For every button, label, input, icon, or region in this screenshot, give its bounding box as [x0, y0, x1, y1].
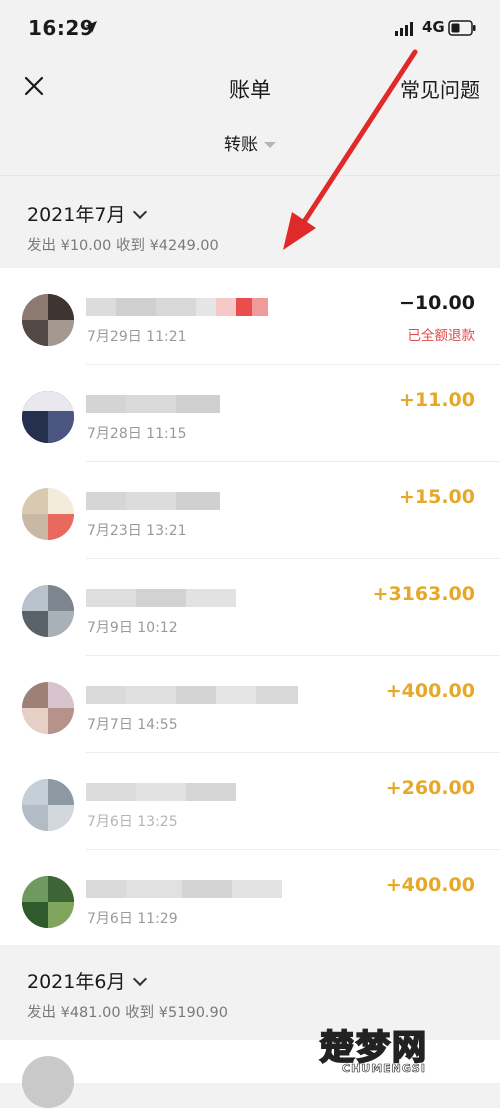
transaction-date: 7月28日 11:15 — [87, 426, 187, 442]
chevron-down-icon — [133, 204, 148, 220]
transaction-row[interactable]: 7月28日 11:15 +11.00 — [0, 365, 500, 462]
month-label: 2021年7月 — [27, 204, 126, 226]
contact-name-blurred — [86, 395, 220, 413]
month-summary: 发出 ¥481.00 收到 ¥5190.90 — [27, 1005, 228, 1021]
transaction-row[interactable]: 7月6日 11:29 +400.00 — [0, 850, 500, 947]
contact-name-blurred — [86, 880, 282, 898]
transaction-date: 7月23日 13:21 — [87, 523, 187, 539]
month-picker[interactable]: 2021年7月 — [27, 200, 148, 227]
transaction-row[interactable]: 7月6日 13:25 +260.00 — [0, 753, 500, 850]
contact-name-blurred — [86, 686, 298, 704]
transaction-amount: +400.00 — [385, 680, 475, 702]
divider — [0, 175, 500, 176]
avatar — [22, 391, 74, 443]
type-filter-dropdown[interactable]: 转账 — [0, 130, 500, 155]
refund-status: 已全额退款 — [407, 328, 476, 344]
status-bar: 16:29 4G — [0, 0, 500, 60]
transaction-amount: +11.00 — [398, 389, 475, 411]
chevron-down-icon — [133, 971, 148, 987]
transaction-date: 7月9日 10:12 — [87, 620, 178, 636]
transaction-row[interactable]: 7月23日 13:21 +15.00 — [0, 462, 500, 559]
month-label: 2021年6月 — [27, 971, 126, 993]
avatar — [22, 1056, 74, 1108]
watermark-logo: 楚梦网 CHUMENGSI — [319, 1020, 495, 1080]
avatar — [22, 294, 74, 346]
location-arrow-icon — [85, 21, 97, 33]
contact-name-blurred — [86, 298, 276, 316]
transaction-row[interactable]: 7月29日 11:21 −10.00 已全额退款 — [0, 268, 500, 365]
transaction-amount: +260.00 — [385, 777, 475, 799]
battery-icon — [448, 20, 476, 36]
avatar — [22, 779, 74, 831]
transaction-row[interactable]: 7月9日 10:12 +3163.00 — [0, 559, 500, 656]
contact-name-blurred — [86, 492, 220, 510]
network-label: 4G — [422, 18, 445, 36]
transaction-list: 7月29日 11:21 −10.00 已全额退款 7月28日 11:15 +11… — [0, 268, 500, 947]
transaction-date: 7月7日 14:55 — [87, 717, 178, 733]
transaction-date: 7月29日 11:21 — [87, 329, 187, 345]
month-picker[interactable]: 2021年6月 — [27, 967, 148, 994]
avatar — [22, 585, 74, 637]
caret-down-icon — [264, 142, 276, 148]
contact-name-blurred — [86, 589, 236, 607]
avatar — [22, 876, 74, 928]
transaction-date: 7月6日 11:29 — [87, 911, 178, 927]
signal-icon — [395, 22, 413, 36]
transaction-amount: +15.00 — [398, 486, 475, 508]
month-header: 2021年7月 发出 ¥10.00 收到 ¥4249.00 — [0, 178, 500, 268]
filter-label: 转账 — [224, 135, 258, 155]
transaction-amount: +400.00 — [385, 874, 475, 896]
nav-bar: 账单 常见问题 — [0, 60, 500, 115]
contact-name-blurred — [86, 783, 236, 801]
watermark-subtext: CHUMENGSI — [342, 1062, 426, 1076]
transaction-amount: −10.00 — [398, 292, 475, 314]
faq-button[interactable]: 常见问题 — [400, 74, 480, 103]
month-summary: 发出 ¥10.00 收到 ¥4249.00 — [27, 238, 219, 254]
transaction-date: 7月6日 13:25 — [87, 814, 178, 830]
transaction-amount: +3163.00 — [372, 583, 475, 605]
avatar — [22, 488, 74, 540]
transaction-row[interactable]: 7月7日 14:55 +400.00 — [0, 656, 500, 753]
avatar — [22, 682, 74, 734]
